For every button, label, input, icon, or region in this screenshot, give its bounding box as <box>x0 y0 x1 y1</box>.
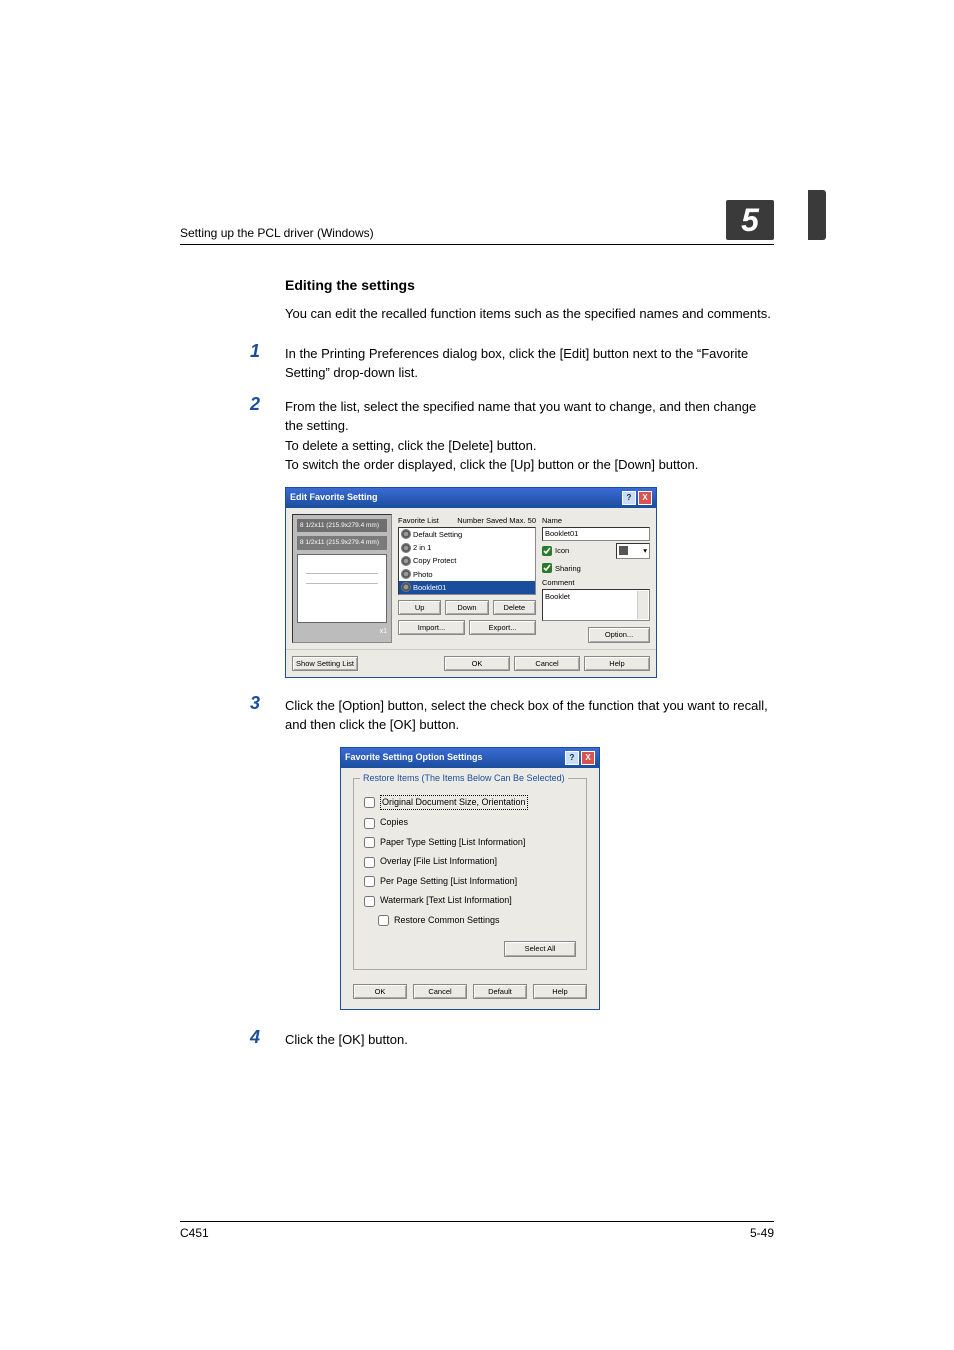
gear-icon <box>402 530 410 538</box>
import-button[interactable]: Import... <box>398 620 465 635</box>
option-label: Watermark [Text List Information] <box>380 894 512 908</box>
restore-items-group: Restore Items (The Items Below Can Be Se… <box>353 778 587 970</box>
show-setting-list-button[interactable]: Show Setting List <box>292 656 358 671</box>
checkbox[interactable] <box>364 876 375 887</box>
help-icon[interactable]: ? <box>565 751 579 765</box>
group-label: Restore Items (The Items Below Can Be Se… <box>360 772 568 786</box>
list-item-selected[interactable]: Booklet01 <box>399 581 535 594</box>
step2-line1: From the list, select the specified name… <box>285 399 756 434</box>
favorite-setting-option-dialog: Favorite Setting Option Settings ? X Res… <box>340 747 600 1010</box>
step-number: 2 <box>250 395 285 475</box>
sharing-checkbox[interactable] <box>542 563 552 573</box>
icon-checkbox[interactable] <box>542 546 552 556</box>
header-title: Setting up the PCL driver (Windows) <box>180 226 374 240</box>
help-button[interactable]: Help <box>584 656 650 671</box>
list-item[interactable]: 2 in 1 <box>399 541 535 554</box>
list-item[interactable]: Photo <box>399 568 535 581</box>
page-header: Setting up the PCL driver (Windows) 5 <box>180 200 774 245</box>
edit-favorite-setting-dialog: Edit Favorite Setting ? X 8 1/2x11 (215.… <box>285 487 657 678</box>
option-row[interactable]: Paper Type Setting [List Information] <box>364 836 576 850</box>
step-number: 1 <box>250 342 285 383</box>
step2-line2: To delete a setting, click the [Delete] … <box>285 438 536 453</box>
ok-button[interactable]: OK <box>444 656 510 671</box>
export-button[interactable]: Export... <box>469 620 536 635</box>
footer-page: 5-49 <box>750 1226 774 1240</box>
default-button[interactable]: Default <box>473 984 527 999</box>
list-item[interactable]: Gray Scale <box>399 594 535 595</box>
cancel-button[interactable]: Cancel <box>413 984 467 999</box>
down-button[interactable]: Down <box>445 600 488 615</box>
checkbox[interactable] <box>364 896 375 907</box>
delete-button[interactable]: Delete <box>493 600 536 615</box>
gear-icon <box>402 583 410 591</box>
close-icon[interactable]: X <box>638 491 652 505</box>
name-label: Name <box>542 515 650 526</box>
favorite-list[interactable]: Default Setting 2 in 1 Copy Protect Phot… <box>398 527 536 595</box>
list-item[interactable]: Default Setting <box>399 528 535 541</box>
option-row[interactable]: Watermark [Text List Information] <box>364 894 576 908</box>
footer-model: C451 <box>180 1226 209 1240</box>
dialog-title: Favorite Setting Option Settings <box>345 751 483 765</box>
favorite-list-label: Favorite List <box>398 515 439 526</box>
scrollbar[interactable] <box>637 591 648 619</box>
option-button[interactable]: Option... <box>588 627 650 642</box>
checkbox[interactable] <box>364 857 375 868</box>
icon-label: Icon <box>555 545 569 556</box>
step-text: Click the [OK] button. <box>285 1028 774 1050</box>
option-label: Overlay [File List Information] <box>380 855 497 869</box>
option-row[interactable]: Overlay [File List Information] <box>364 855 576 869</box>
checkbox[interactable] <box>364 818 375 829</box>
dialog-title: Edit Favorite Setting <box>290 491 378 505</box>
booklet-icon <box>619 546 628 555</box>
gear-icon <box>402 544 410 552</box>
comment-textarea[interactable]: Booklet <box>542 589 650 621</box>
option-label: Original Document Size, Orientation <box>380 795 528 811</box>
side-tab-decoration <box>808 190 826 240</box>
chevron-down-icon: ▾ <box>643 545 647 556</box>
preview-size-from: 8 1/2x11 (215.9x279.4 mm) <box>297 519 387 533</box>
preview-zoom: x1 <box>297 627 387 638</box>
intro-paragraph: You can edit the recalled function items… <box>285 304 774 324</box>
option-label: Paper Type Setting [List Information] <box>380 836 525 850</box>
gear-icon <box>402 570 410 578</box>
list-item[interactable]: Copy Protect <box>399 554 535 567</box>
comment-label: Comment <box>542 577 650 588</box>
step-text: In the Printing Preferences dialog box, … <box>285 342 774 383</box>
page-footer: C451 5-49 <box>180 1221 774 1240</box>
cancel-button[interactable]: Cancel <box>514 656 580 671</box>
option-row[interactable]: Original Document Size, Orientation <box>364 795 576 811</box>
section-heading: Editing the settings <box>285 275 774 296</box>
dialog-titlebar: Favorite Setting Option Settings ? X <box>341 748 599 768</box>
step-number: 3 <box>250 694 285 735</box>
help-icon[interactable]: ? <box>622 491 636 505</box>
dialog-titlebar: Edit Favorite Setting ? X <box>286 488 656 508</box>
option-label: Copies <box>380 816 408 830</box>
select-all-button[interactable]: Select All <box>504 941 576 956</box>
option-label: Restore Common Settings <box>394 914 500 928</box>
checkbox[interactable] <box>364 837 375 848</box>
help-button[interactable]: Help <box>533 984 587 999</box>
step-text: From the list, select the specified name… <box>285 395 774 475</box>
up-button[interactable]: Up <box>398 600 441 615</box>
name-input[interactable]: Booklet01 <box>542 527 650 541</box>
close-icon[interactable]: X <box>581 751 595 765</box>
option-row[interactable]: Copies <box>364 816 576 830</box>
max-saved-label: Number Saved Max. 50 <box>457 515 536 526</box>
chapter-number-badge: 5 <box>726 200 774 240</box>
preview-pane: 8 1/2x11 (215.9x279.4 mm) 8 1/2x11 (215.… <box>292 514 392 643</box>
option-row[interactable]: Restore Common Settings <box>378 914 576 928</box>
preview-page-icon <box>297 554 387 623</box>
checkbox[interactable] <box>378 915 389 926</box>
ok-button[interactable]: OK <box>353 984 407 999</box>
step-number: 4 <box>250 1028 285 1050</box>
checkbox[interactable] <box>364 797 375 808</box>
option-label: Per Page Setting [List Information] <box>380 875 517 889</box>
step-text: Click the [Option] button, select the ch… <box>285 694 774 735</box>
sharing-label: Sharing <box>555 563 581 574</box>
option-row[interactable]: Per Page Setting [List Information] <box>364 875 576 889</box>
gear-icon <box>402 557 410 565</box>
preview-size-to: 8 1/2x11 (215.9x279.4 mm) <box>297 536 387 550</box>
step2-line3: To switch the order displayed, click the… <box>285 457 698 472</box>
icon-dropdown[interactable]: ▾ <box>616 543 650 559</box>
